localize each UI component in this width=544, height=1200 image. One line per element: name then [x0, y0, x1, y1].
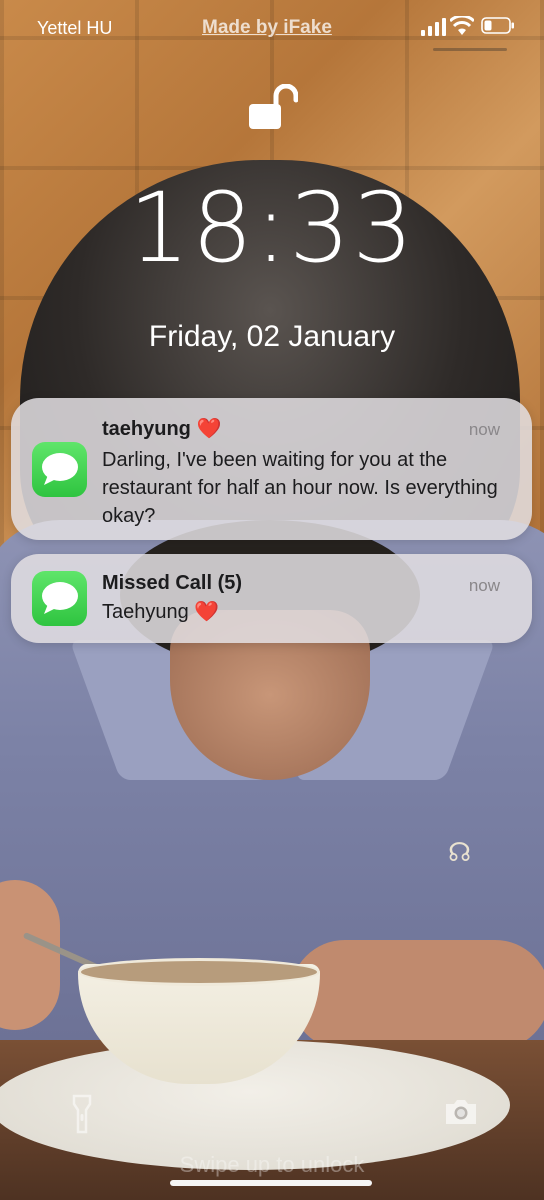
notification-time: now: [468, 420, 500, 439]
status-divider: [433, 48, 507, 51]
home-indicator[interactable]: [170, 1180, 372, 1186]
notification-message[interactable]: taehyung ❤️ now Darling, I've been waiti…: [11, 398, 532, 540]
notification-time: now: [468, 576, 500, 595]
swipe-hint: Swipe up to unlock: [179, 1152, 365, 1177]
messages-icon: [32, 571, 87, 626]
battery-icon: [481, 17, 514, 34]
notification-missed-call[interactable]: Missed Call (5) now Taehyung ❤️: [11, 554, 532, 643]
notification-title: Missed Call (5): [102, 572, 243, 594]
unlocked-padlock-icon[interactable]: [246, 84, 298, 130]
notification-body: Darling, I've been waiting for you at th…: [102, 449, 498, 527]
status-bar: Yettel HU Made by iFake: [0, 0, 544, 60]
flashlight-icon[interactable]: [70, 1094, 94, 1134]
signal-bars-icon: [421, 18, 446, 36]
camera-icon[interactable]: [443, 1098, 479, 1126]
lock-date: Friday, 02 January: [148, 320, 396, 353]
watermark-text: Made by iFake: [202, 17, 332, 38]
carrier-label: Yettel HU: [37, 18, 113, 38]
lock-time: 18:33: [128, 172, 416, 284]
messages-icon: [32, 442, 87, 497]
notification-body: Taehyung ❤️: [102, 601, 220, 623]
wifi-icon: [450, 16, 474, 35]
notification-title: taehyung ❤️: [102, 418, 222, 440]
